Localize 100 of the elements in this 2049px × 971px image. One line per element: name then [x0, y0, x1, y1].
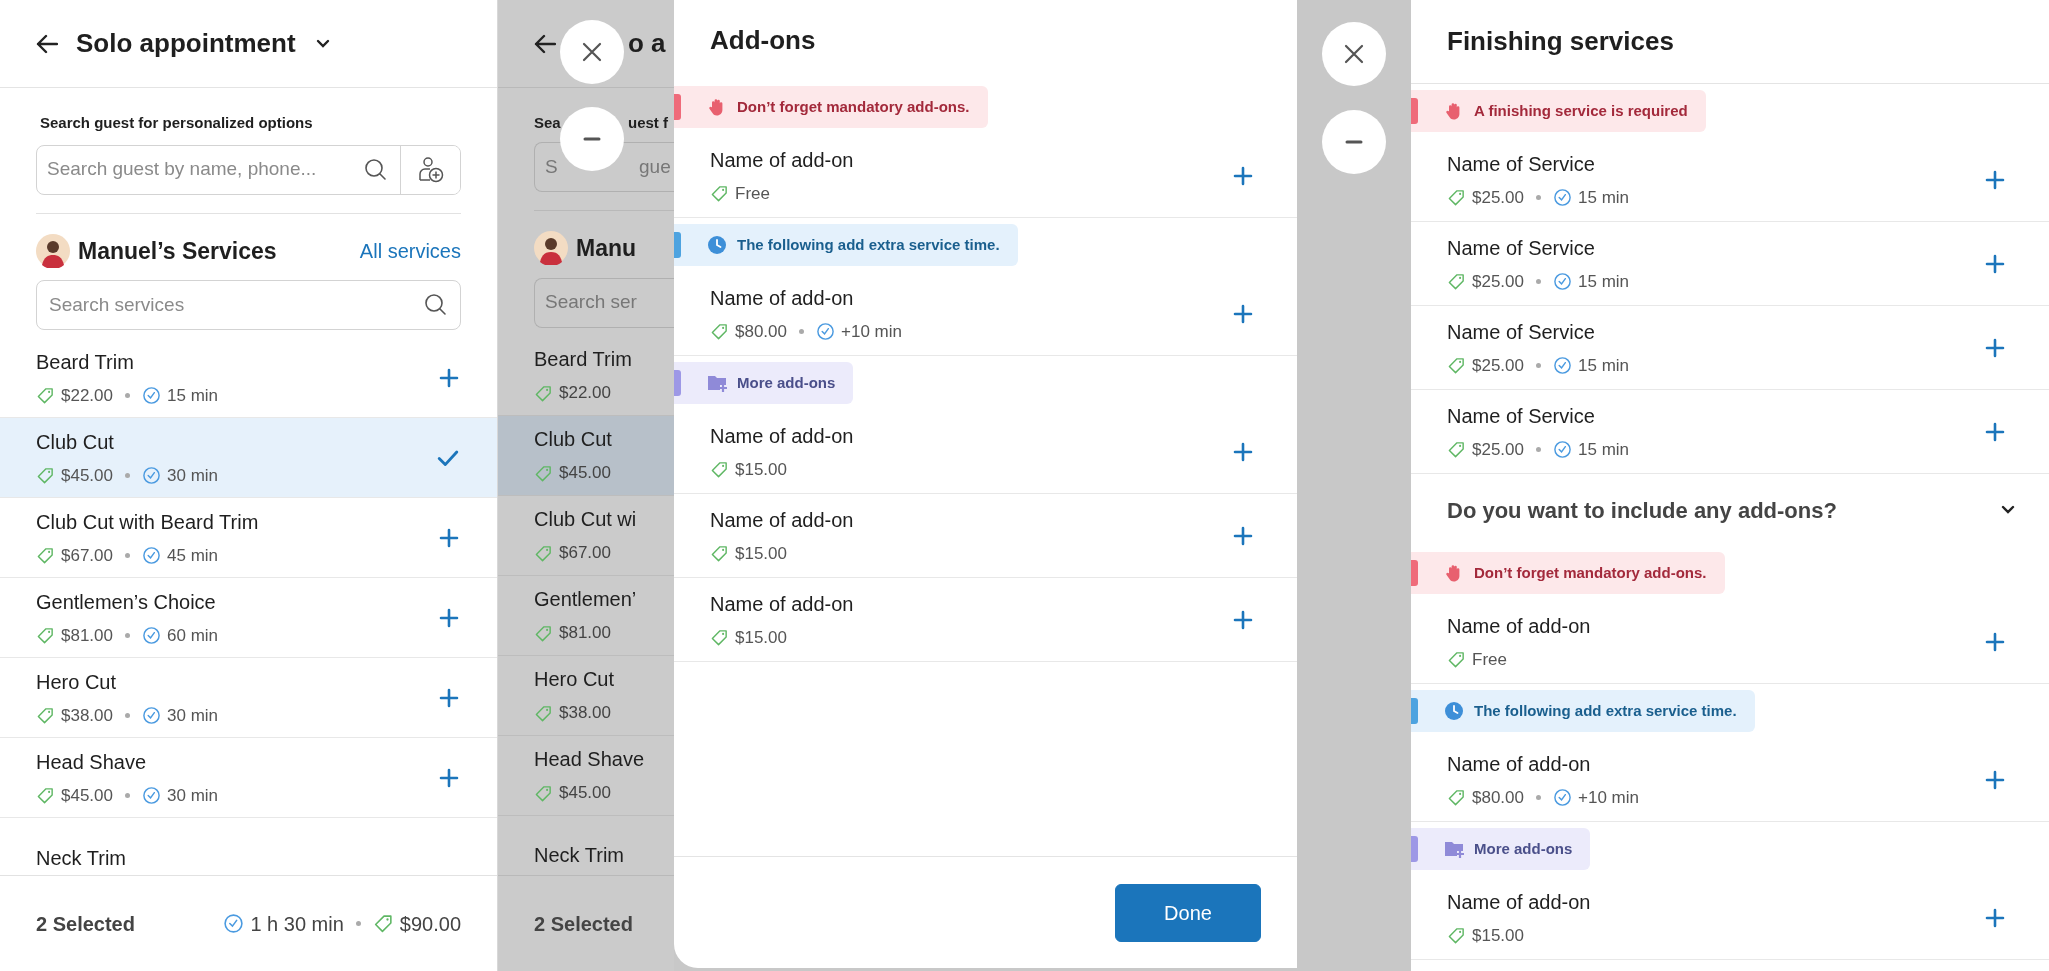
section-label: uest f [628, 113, 669, 133]
plus-icon[interactable] [1233, 609, 1253, 630]
service-row[interactable]: Club Cut $45.00 30 min [0, 418, 497, 498]
back-arrow-icon[interactable] [36, 33, 58, 54]
plus-icon[interactable] [1233, 303, 1253, 324]
price-text: $25.00 [1472, 438, 1524, 461]
accordion-title[interactable]: Do you want to include any add-ons? [1447, 493, 1837, 527]
plus-icon[interactable] [1233, 441, 1253, 462]
banner-text: Don’t forget mandatory add-ons. [737, 96, 970, 117]
search-bar[interactable]: Search guest by name, phone... [36, 144, 461, 195]
placeholder-text: S [545, 154, 559, 179]
plus-icon[interactable] [1985, 769, 2005, 790]
plus-icon[interactable] [1985, 907, 2005, 928]
close-icon [1343, 43, 1365, 65]
price-text: $45.00 [61, 464, 113, 487]
clock-icon [142, 466, 161, 485]
banner-text: Don’t forget mandatory add-ons. [1474, 562, 1707, 583]
plus-icon[interactable] [1985, 421, 2005, 442]
plus-icon[interactable] [1985, 253, 2005, 274]
separator-dot [125, 553, 130, 558]
selected-count: 2 Selected [534, 911, 633, 937]
panel-title: Add-ons [709, 23, 817, 57]
addon-row[interactable]: Name of add-on $15.00 [674, 494, 1297, 578]
service-row[interactable]: Club Cut with Beard Trim $67.00 45 min [0, 498, 497, 578]
service-name: Gentlemen’s Choice [36, 589, 217, 615]
back-arrow-icon [534, 33, 556, 54]
duration-text: 30 min [167, 784, 219, 807]
tag-icon [534, 463, 553, 483]
addon-name: Name of add-on [710, 507, 854, 533]
plus-icon[interactable] [1985, 169, 2005, 190]
clock-icon [142, 386, 161, 405]
plus-icon[interactable] [1985, 337, 2005, 358]
addon-row[interactable]: Name of add-on $80.00 +10 min [1411, 738, 2049, 822]
plus-icon[interactable] [439, 687, 459, 708]
addon-name: Name of add-on [710, 423, 854, 449]
service-row[interactable]: Head Shave $45.00 30 min [0, 738, 497, 818]
plus-icon[interactable] [1985, 631, 2005, 652]
addon-row[interactable]: Name of add-on $15.00 [674, 410, 1297, 494]
addon-row[interactable]: Name of add-on $15.00 [674, 578, 1297, 662]
service-row[interactable]: Neck Trim [0, 818, 497, 875]
service-name: Beard Trim [534, 347, 632, 373]
service-row[interactable]: Hero Cut $38.00 30 min [0, 658, 497, 738]
duration-text: +10 min [841, 320, 902, 343]
tag-icon [710, 544, 729, 563]
accent-bar [674, 370, 681, 396]
folder-plus-icon [1444, 839, 1464, 859]
plus-icon[interactable] [439, 607, 459, 628]
price-text: $81.00 [61, 624, 113, 647]
service-row[interactable]: Gentlemen’s Choice $81.00 60 min [0, 578, 497, 658]
tag-icon [710, 184, 729, 203]
addon-row[interactable]: Name of Service $25.00 15 min [1411, 390, 2049, 474]
tag-icon [36, 546, 55, 565]
accent-bar [1411, 836, 1418, 862]
price-text: $67.00 [61, 544, 113, 567]
plus-icon[interactable] [1233, 525, 1253, 546]
separator-dot [1536, 279, 1541, 284]
done-button[interactable]: Done [1115, 883, 1261, 942]
banner-text: A finishing service is required [1474, 100, 1688, 121]
plus-icon[interactable] [439, 527, 459, 548]
addon-row[interactable]: Name of add-on Free [674, 134, 1297, 218]
clock-icon [142, 626, 161, 645]
search-bar[interactable]: Search services [36, 280, 461, 330]
all-services-link[interactable]: All services [359, 235, 461, 266]
clock-icon [1553, 356, 1572, 375]
tag-icon [1447, 650, 1466, 669]
plus-icon[interactable] [439, 767, 459, 788]
add-guest-button[interactable] [400, 145, 460, 194]
addon-name: Name of Service [1447, 151, 1596, 177]
addon-row[interactable]: Name of add-on $15.00 [1411, 876, 2049, 960]
separator-dot [125, 393, 130, 398]
clock-icon [223, 913, 245, 934]
addon-row[interactable]: Name of add-on Free [1411, 600, 2049, 684]
staff-heading: Manuel’s Services [78, 236, 277, 266]
separator-dot [1536, 447, 1541, 452]
service-name: Club Cut wi [534, 507, 637, 533]
addon-name: Name of add-on [1447, 751, 1592, 777]
banner-text: More add-ons [1474, 838, 1573, 859]
guest-search-field[interactable]: Search guest by name, phone... [37, 154, 352, 185]
addon-name: Name of add-on [710, 147, 854, 173]
addon-name: Name of Service [1447, 403, 1596, 429]
clock-icon [142, 546, 161, 565]
service-name: Head Shave [534, 747, 645, 773]
avatar-icon [36, 233, 70, 268]
chevron-down-icon[interactable] [2001, 505, 2015, 515]
plus-icon[interactable] [439, 367, 459, 388]
separator-dot [125, 793, 130, 798]
tag-icon [36, 466, 55, 485]
tag-icon [534, 783, 553, 803]
banner-text: More add-ons [737, 372, 836, 393]
chevron-down-icon[interactable] [315, 38, 330, 49]
addon-row[interactable]: Name of add-on $80.00 +10 min [674, 272, 1297, 356]
addon-name: Name of add-on [1447, 889, 1591, 915]
addon-row[interactable]: Name of Service $25.00 15 min [1411, 138, 2049, 222]
addon-row[interactable]: Name of Service $25.00 15 min [1411, 222, 2049, 306]
plus-icon[interactable] [1233, 165, 1253, 186]
service-name: Hero Cut [36, 669, 118, 695]
service-search-field[interactable]: Search services [47, 289, 424, 321]
addon-row[interactable]: Name of Service $25.00 15 min [1411, 306, 2049, 390]
tag-icon [710, 322, 729, 341]
tag-icon [372, 913, 394, 934]
